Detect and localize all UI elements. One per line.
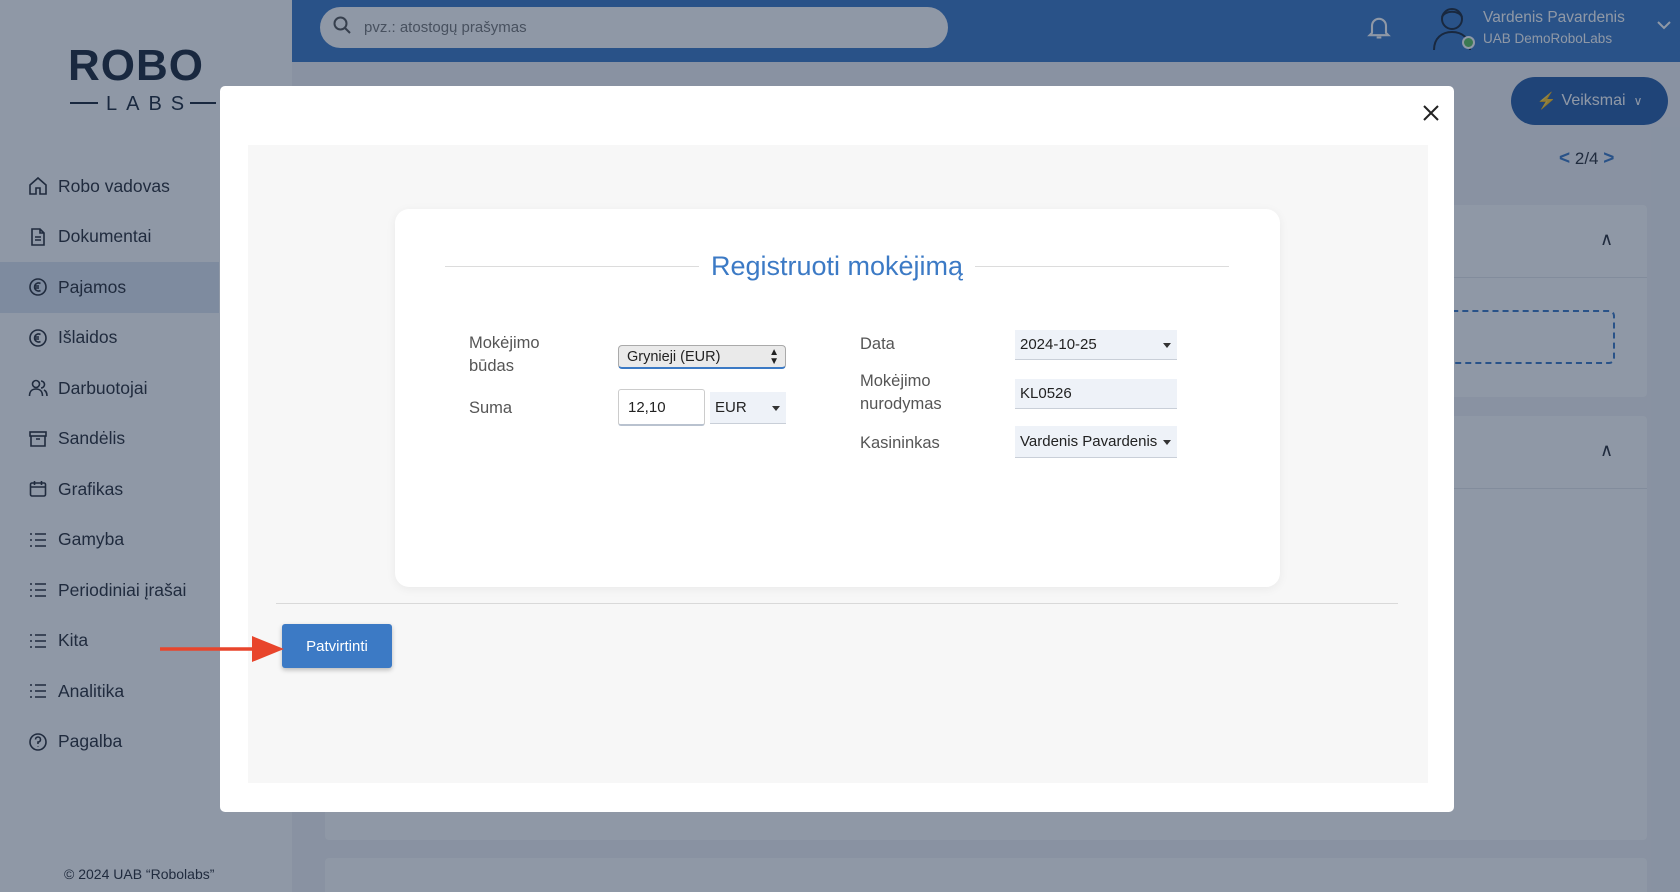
payment-method-label: Mokėjimo būdas xyxy=(469,334,540,375)
modal-body: Registruoti mokėjimą Mokėjimo būdas Gryn… xyxy=(248,145,1428,783)
cashier-value: Vardenis Pavardenis xyxy=(1020,433,1158,450)
payment-form: Registruoti mokėjimą Mokėjimo būdas Gryn… xyxy=(395,209,1280,587)
modal-divider xyxy=(276,603,1398,604)
amount-label: Suma xyxy=(469,399,513,417)
updown-arrows-icon: ▲ ▼ xyxy=(769,347,779,367)
date-picker[interactable]: 2024-10-25 xyxy=(1015,330,1177,360)
currency-select[interactable]: EUR xyxy=(710,392,786,424)
cashier-label: Kasininkas xyxy=(860,434,940,452)
form-title: Registruoti mokėjimą xyxy=(710,250,964,281)
payment-method-select[interactable]: Grynieji (EUR) ▲ ▼ xyxy=(618,345,786,369)
register-payment-modal: Registruoti mokėjimą Mokėjimo būdas Gryn… xyxy=(220,86,1454,812)
reference-label: Mokėjimo nurodymas xyxy=(860,372,942,413)
date-value: 2024-10-25 xyxy=(1020,336,1097,353)
date-label: Data xyxy=(860,335,895,353)
cashier-select[interactable]: Vardenis Pavardenis xyxy=(1015,426,1177,458)
close-icon[interactable] xyxy=(1418,100,1444,126)
amount-input[interactable] xyxy=(618,389,705,426)
payment-method-value: Grynieji (EUR) xyxy=(627,348,721,365)
confirm-button[interactable]: Patvirtinti xyxy=(282,624,392,668)
caret-down-icon xyxy=(772,405,780,411)
form-title-row: Registruoti mokėjimą xyxy=(445,249,1229,283)
caret-down-icon xyxy=(1163,439,1171,445)
currency-value: EUR xyxy=(715,399,747,416)
caret-down-icon xyxy=(1163,342,1171,348)
reference-input[interactable] xyxy=(1015,379,1177,409)
annotation-arrow-icon xyxy=(160,636,284,662)
